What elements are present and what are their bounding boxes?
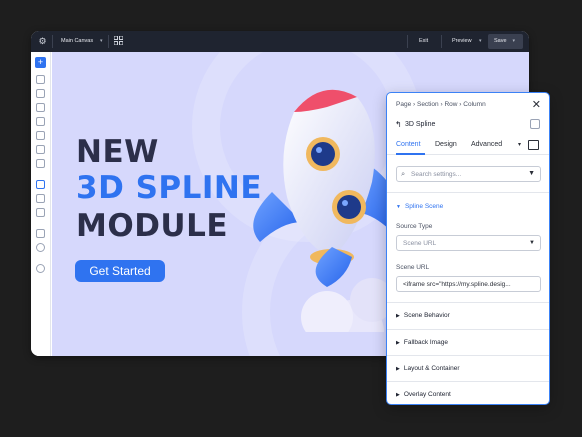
breadcrumb-page[interactable]: Page: [396, 101, 411, 108]
back-icon[interactable]: ↰: [395, 120, 402, 129]
rocket-illustration: [253, 89, 397, 332]
section-fallback-image[interactable]: ▶ Fallback Image: [396, 339, 448, 346]
breadcrumb-section[interactable]: Section: [417, 101, 439, 108]
chevron-right-icon: ▶: [396, 340, 400, 346]
scene-url-label: Scene URL: [396, 264, 430, 271]
canvas-name[interactable]: Main Canvas: [61, 31, 93, 52]
headline-line-3: MODULE: [76, 208, 229, 244]
section-scene-behavior[interactable]: ▶ Scene Behavior: [396, 312, 450, 319]
tab-advanced[interactable]: Advanced: [471, 141, 502, 148]
chevron-down-icon[interactable]: ▾: [513, 38, 516, 44]
top-toolbar: ⚙ Main Canvas ▾ Exit Preview ▾ Save ▾: [31, 31, 529, 52]
filter-icon[interactable]: ▼: [528, 170, 535, 177]
search-placeholder: Search settings...: [411, 171, 462, 178]
headline-line-1: NEW: [76, 134, 159, 170]
chevron-down-icon: ▼: [396, 204, 401, 210]
search-icon: ⌕: [401, 169, 406, 178]
section-layout-container[interactable]: ▶ Layout & Container: [396, 365, 460, 372]
tools-icon[interactable]: [36, 229, 45, 238]
chevron-right-icon: ›: [459, 101, 462, 108]
help-icon[interactable]: [36, 243, 45, 252]
section-spline-scene[interactable]: ▼ Spline Scene: [396, 203, 443, 210]
chevron-right-icon: ▶: [396, 313, 400, 319]
active-tab-indicator: [396, 153, 425, 155]
close-icon[interactable]: ✕: [532, 98, 541, 111]
stage: ⚙ Main Canvas ▾ Exit Preview ▾ Save ▾ +: [0, 0, 582, 437]
divider: [387, 329, 549, 330]
settings-search-input[interactable]: ⌕ Search settings... ▼: [396, 166, 541, 182]
bolt-icon[interactable]: [36, 145, 45, 154]
pages-icon[interactable]: [36, 89, 45, 98]
comments-icon[interactable]: [36, 131, 45, 140]
settings-panel: Page › Section › Row › Column ✕ ↰ 3D Spl…: [386, 92, 550, 405]
expand-panel-icon[interactable]: [528, 140, 539, 150]
toolbar-divider: [108, 35, 109, 48]
cursor-icon[interactable]: [36, 180, 45, 189]
save-label: Save: [494, 38, 507, 44]
history-icon[interactable]: [36, 159, 45, 168]
section-spline-scene-label: Spline Scene: [404, 203, 444, 210]
tab-content[interactable]: Content: [396, 141, 421, 148]
chevron-down-icon[interactable]: ▾: [479, 31, 482, 52]
scene-url-value: <iframe src="https://my.spline.desig...: [403, 281, 511, 288]
toolbar-divider: [52, 35, 53, 48]
layers-icon[interactable]: [36, 75, 45, 84]
scene-url-input[interactable]: <iframe src="https://my.spline.desig...: [396, 276, 541, 292]
page-settings-icon[interactable]: [36, 194, 45, 203]
breadcrumb: Page › Section › Row › Column: [396, 101, 486, 108]
database-icon[interactable]: [36, 103, 45, 112]
chevron-right-icon: ›: [413, 101, 416, 108]
source-type-select[interactable]: Scene URL ▼: [396, 235, 541, 251]
chevron-right-icon: ▶: [396, 392, 400, 398]
breadcrumb-row[interactable]: Row: [444, 101, 457, 108]
module-title: 3D Spline: [405, 121, 436, 128]
divider: [387, 355, 549, 356]
section-label: Fallback Image: [403, 339, 448, 346]
get-started-button[interactable]: Get Started: [75, 260, 165, 282]
divider: [387, 302, 549, 303]
chevron-right-icon: ▶: [396, 366, 400, 372]
exit-button[interactable]: Exit: [413, 34, 434, 49]
source-type-value: Scene URL: [403, 240, 437, 247]
section-overlay-content[interactable]: ▶ Overlay Content: [396, 391, 451, 398]
source-type-label: Source Type: [396, 223, 433, 230]
divider: [387, 381, 549, 382]
left-toolbar: +: [31, 52, 51, 356]
section-label: Scene Behavior: [403, 312, 450, 319]
section-label: Layout & Container: [403, 365, 460, 372]
chevron-right-icon: ›: [440, 101, 443, 108]
panel-menu-icon[interactable]: [530, 119, 540, 129]
chevron-down-icon[interactable]: ▾: [518, 141, 521, 148]
settings-tabs: Content Design Advanced ▾: [387, 135, 549, 155]
gear-icon[interactable]: ⚙: [37, 36, 48, 47]
media-icon[interactable]: [36, 117, 45, 126]
templates-icon[interactable]: [36, 208, 45, 217]
tab-design[interactable]: Design: [435, 141, 457, 148]
preview-button[interactable]: Preview: [446, 34, 478, 49]
chevron-down-icon: ▼: [529, 240, 535, 246]
breadcrumb-column[interactable]: Column: [463, 101, 485, 108]
save-button[interactable]: Save ▾: [488, 34, 523, 49]
toolbar-divider: [407, 35, 408, 48]
toolbar-divider: [441, 35, 442, 48]
toggle-icon[interactable]: [36, 264, 45, 273]
grid-icon[interactable]: [113, 35, 124, 47]
section-label: Overlay Content: [403, 391, 451, 398]
add-icon[interactable]: +: [35, 57, 46, 68]
chevron-down-icon[interactable]: ▾: [100, 31, 103, 52]
divider: [387, 192, 549, 193]
